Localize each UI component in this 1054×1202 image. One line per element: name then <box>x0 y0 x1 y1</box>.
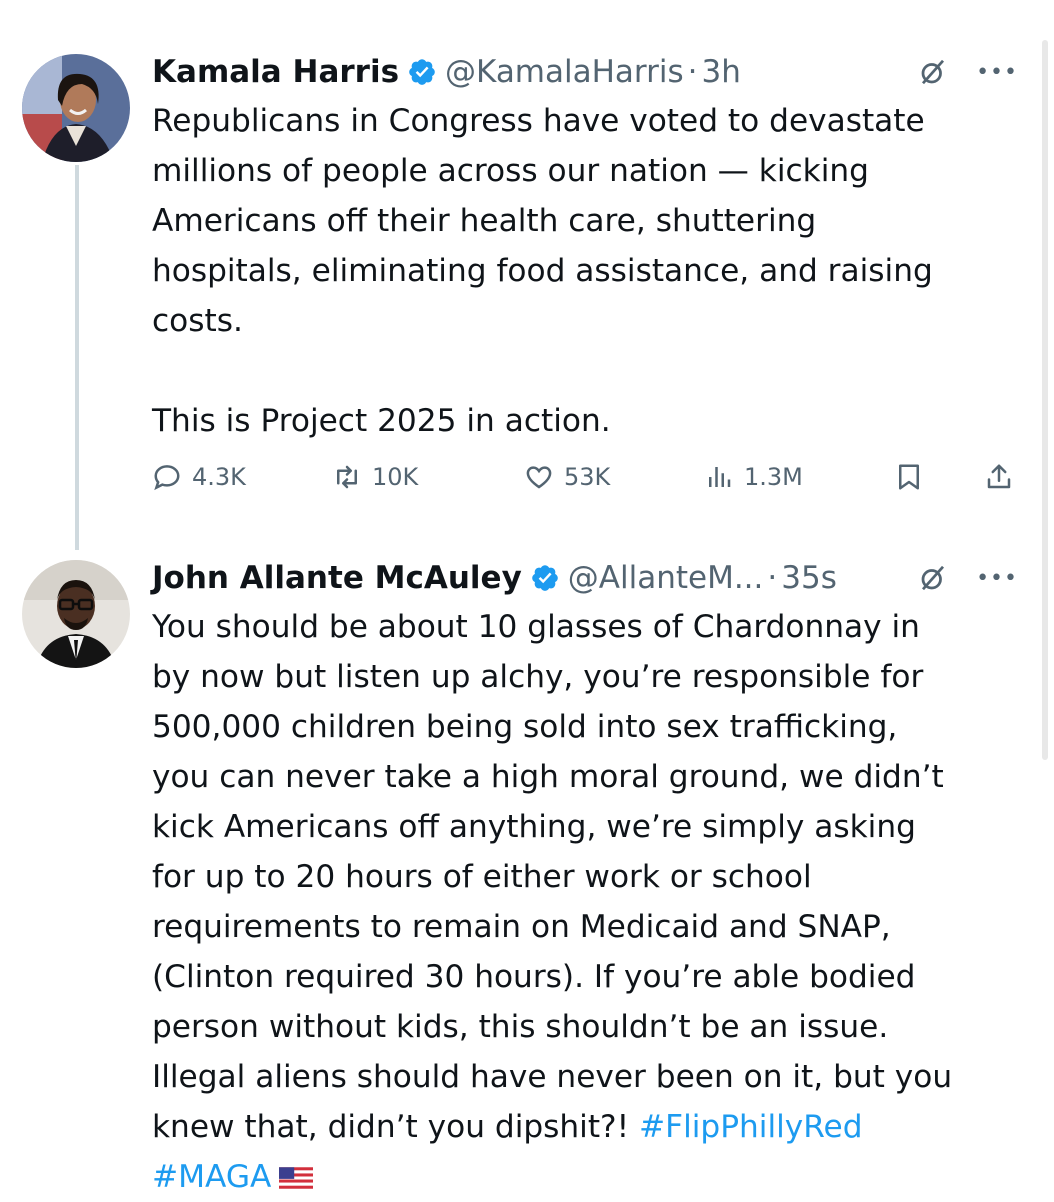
repost-button[interactable]: 10K <box>332 457 418 497</box>
views-button[interactable]: 1.3M <box>704 457 803 497</box>
header-separator: · <box>687 54 698 90</box>
share-button[interactable] <box>984 457 1024 497</box>
heart-icon <box>526 466 552 489</box>
tweet-actions: 4.3K 10K 53K 1.3M <box>152 457 1034 497</box>
tweet-header: John Allante McAuley @AllanteM... · 35s … <box>152 554 1024 602</box>
avatar[interactable] <box>22 54 130 162</box>
grok-icon[interactable] <box>918 57 948 87</box>
verified-badge-icon <box>409 59 435 85</box>
author-name[interactable]: John Allante McAuley <box>152 560 522 596</box>
bookmark-button[interactable] <box>894 457 934 497</box>
bookmark-icon <box>899 464 919 490</box>
grok-icon[interactable] <box>918 563 948 593</box>
tweet-text: You should be about 10 glasses of Chardo… <box>152 602 1024 1202</box>
avatar-kamala-image <box>22 54 130 162</box>
scrollbar[interactable] <box>1042 40 1048 760</box>
reply-count: 4.3K <box>192 463 246 491</box>
repost-icon <box>337 465 357 489</box>
avatar[interactable] <box>22 560 130 668</box>
share-icon <box>987 464 1011 489</box>
hashtag-flipphillyred[interactable]: #FlipPhillyRed <box>639 1109 862 1145</box>
tweet-content: John Allante McAuley @AllanteM... · 35s … <box>152 554 1024 1202</box>
us-flag-emoji-icon <box>279 1167 314 1189</box>
tweet-timestamp[interactable]: 3h <box>702 54 741 90</box>
tweet-header: Kamala Harris @KamalaHarris · 3h ••• <box>152 48 1024 96</box>
verified-badge-icon <box>531 565 558 591</box>
thread-connector-line <box>75 165 79 550</box>
tweet-text: Republicans in Congress have voted to de… <box>152 103 933 439</box>
tweet-text-main: You should be about 10 glasses of Chardo… <box>152 609 953 1145</box>
tweet-content: Kamala Harris @KamalaHarris · 3h ••• Rep… <box>152 48 1024 446</box>
reply-button[interactable]: 4.3K <box>152 457 246 497</box>
more-options-icon[interactable]: ••• <box>976 566 1018 591</box>
like-button[interactable]: 53K <box>524 457 610 497</box>
view-count: 1.3M <box>744 463 803 491</box>
avatar-mcauley-image <box>22 560 130 668</box>
views-chart-icon <box>709 467 731 487</box>
like-count: 53K <box>564 463 611 491</box>
author-name[interactable]: Kamala Harris <box>152 54 399 90</box>
hashtag-maga[interactable]: #MAGA <box>152 1159 271 1195</box>
reply-icon <box>154 465 180 491</box>
tweet-timestamp[interactable]: 35s <box>781 560 837 596</box>
author-handle[interactable]: @KamalaHarris <box>445 54 684 90</box>
repost-count: 10K <box>372 463 419 491</box>
more-options-icon[interactable]: ••• <box>976 60 1018 85</box>
header-separator: · <box>767 560 778 596</box>
author-handle[interactable]: @AllanteM... <box>568 560 764 596</box>
